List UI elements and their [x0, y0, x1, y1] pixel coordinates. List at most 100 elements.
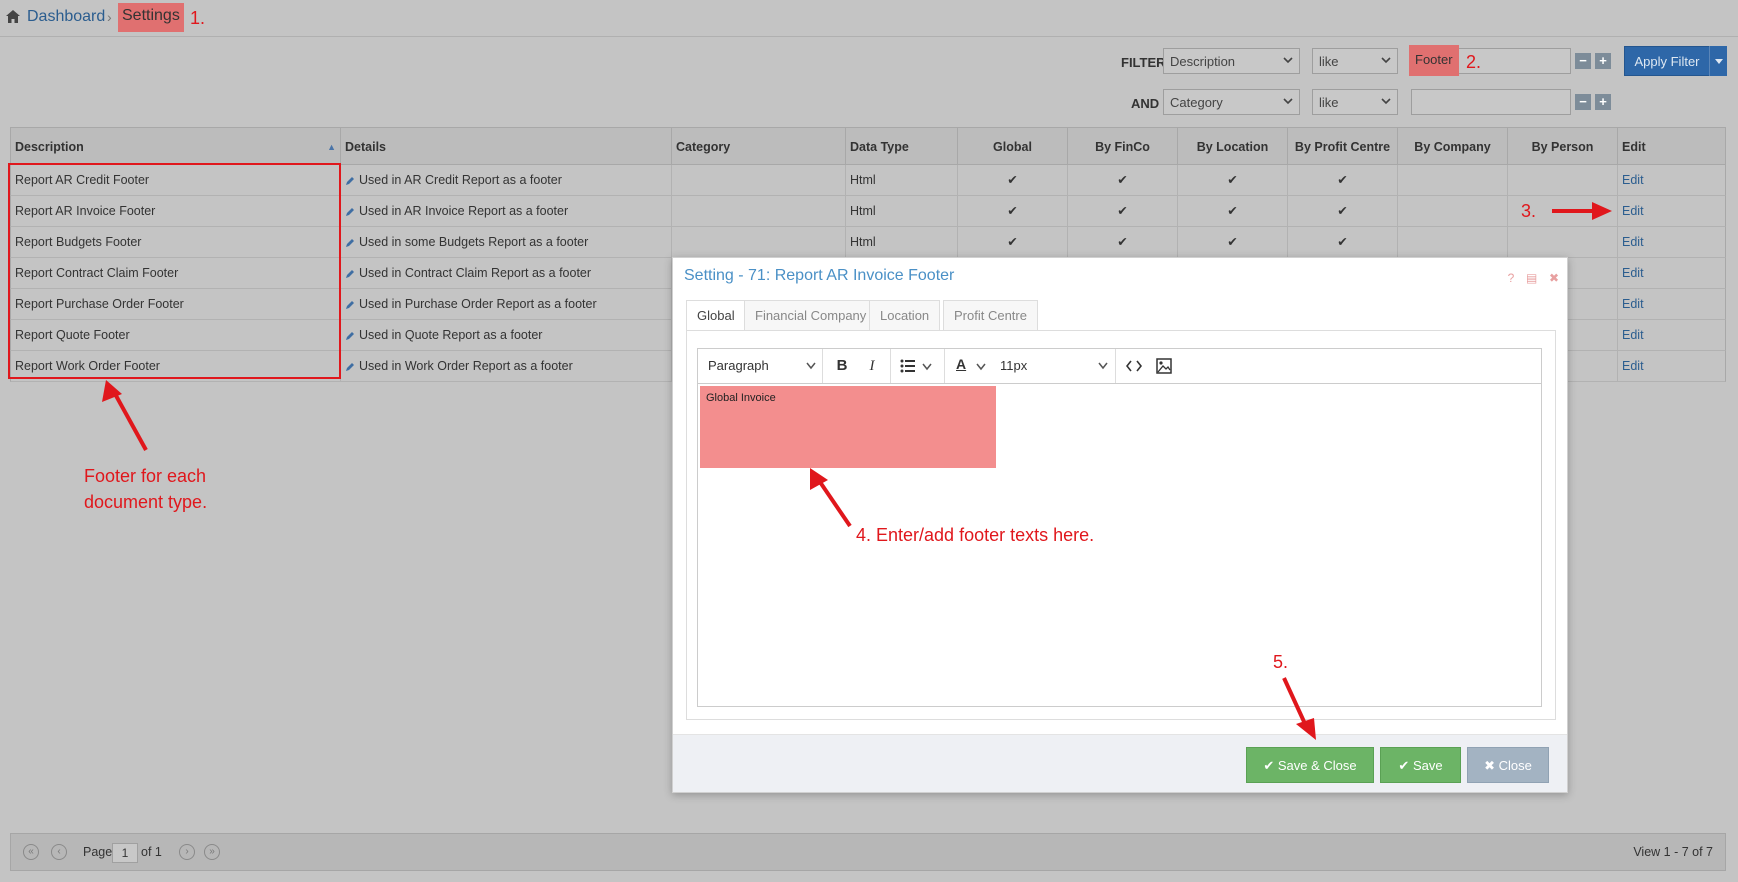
italic-icon[interactable]: I	[862, 349, 882, 383]
data-type-cell-text: Html	[850, 173, 876, 187]
col-category[interactable]: Category	[672, 128, 846, 166]
pencil-icon[interactable]	[345, 238, 355, 248]
text-color-icon[interactable]: A	[952, 349, 992, 383]
edit-cell[interactable]: Edit	[1618, 227, 1725, 257]
col-by-location[interactable]: By Location	[1178, 128, 1288, 166]
details-cell: Used in AR Invoice Report as a footer	[341, 196, 672, 226]
next-page-icon[interactable]: ›	[179, 844, 195, 860]
filter2-remove-button[interactable]: −	[1575, 94, 1591, 110]
annotation-step-2: 2.	[1466, 52, 1482, 72]
close-icon[interactable]: ✖	[1549, 271, 1559, 285]
source-code-icon[interactable]	[1124, 349, 1144, 383]
annotation-footer-note: Footer for each document type.	[84, 466, 208, 512]
col-by-finco[interactable]: By FinCo	[1068, 128, 1178, 166]
pencil-icon[interactable]	[345, 331, 355, 341]
filter-operator-select[interactable]: like	[1312, 48, 1398, 74]
apply-filter-button[interactable]: Apply Filter	[1624, 46, 1710, 76]
edit-link[interactable]: Edit	[1622, 266, 1644, 280]
pencil-icon[interactable]	[345, 176, 355, 186]
filter-remove-button[interactable]: −	[1575, 53, 1591, 69]
annotation-step-4: 4. Enter/add footer texts here.	[856, 525, 1095, 545]
col-edit: Edit	[1622, 140, 1646, 154]
edit-cell[interactable]: Edit	[1618, 165, 1725, 195]
filter2-field-select[interactable]: Category	[1163, 89, 1300, 115]
by-finco-cell: ✔	[1068, 165, 1178, 195]
help-icon[interactable]: ?	[1508, 271, 1515, 285]
col-details[interactable]: Details	[341, 128, 672, 166]
toolbar-divider	[1115, 349, 1116, 383]
col-description[interactable]: Description ▲	[11, 128, 341, 166]
filter-value-text: Footer	[1409, 45, 1459, 76]
filter2-value-input[interactable]	[1411, 89, 1571, 115]
pencil-icon[interactable]	[345, 300, 355, 310]
save-and-close-button[interactable]: ✔ Save & Close	[1246, 747, 1374, 783]
insert-image-icon[interactable]	[1154, 349, 1174, 383]
toolbar-divider	[890, 349, 891, 383]
prev-page-icon[interactable]: ‹	[51, 844, 67, 860]
pencil-icon[interactable]	[345, 362, 355, 372]
close-button[interactable]: ✖ Close	[1467, 747, 1549, 783]
grid-header: Description ▲ Details Category Data Type …	[10, 127, 1726, 166]
filter2-operator-select[interactable]: like	[1312, 89, 1398, 115]
edit-cell[interactable]: Edit	[1618, 289, 1725, 319]
col-data-type[interactable]: Data Type	[846, 128, 958, 166]
annotation-description-box	[8, 163, 341, 379]
pencil-icon[interactable]	[345, 207, 355, 217]
annotation-arrow-up-left	[102, 380, 148, 451]
tab-profit-centre[interactable]: Profit Centre	[943, 300, 1038, 331]
by-profit-centre-cell-text: ✔	[1337, 173, 1348, 187]
filter2-add-button[interactable]: +	[1595, 94, 1611, 110]
home-icon[interactable]	[5, 9, 21, 24]
details-cell-text: Used in Work Order Report as a footer	[359, 359, 573, 373]
details-cell: Used in Contract Claim Report as a foote…	[341, 258, 672, 288]
annotation-step-1: 1.	[190, 8, 206, 28]
font-size-select[interactable]: 11px	[1000, 349, 1108, 383]
pencil-icon[interactable]	[345, 269, 355, 279]
filter-value-input[interactable]: Footer	[1409, 45, 1571, 76]
by-location-cell: ✔	[1178, 196, 1288, 226]
edit-link[interactable]: Edit	[1622, 297, 1644, 311]
details-cell-text: Used in AR Credit Report as a footer	[359, 173, 562, 187]
edit-cell[interactable]: Edit	[1618, 351, 1725, 381]
global-cell-text: ✔	[1007, 235, 1018, 249]
col-by-profit-centre[interactable]: By Profit Centre	[1288, 128, 1398, 166]
save-button[interactable]: ✔ Save	[1380, 747, 1461, 783]
by-company-cell	[1398, 165, 1508, 195]
filter-field-select[interactable]: Description	[1163, 48, 1300, 74]
edit-cell[interactable]: Edit	[1618, 196, 1725, 226]
edit-link[interactable]: Edit	[1622, 173, 1644, 187]
edit-cell[interactable]: Edit	[1618, 258, 1725, 288]
col-by-person[interactable]: By Person	[1508, 128, 1618, 166]
bullet-list-icon[interactable]	[898, 349, 938, 383]
edit-link[interactable]: Edit	[1622, 359, 1644, 373]
chevron-down-icon	[1381, 98, 1391, 105]
tab-location[interactable]: Location	[869, 300, 941, 331]
details-cell: Used in AR Credit Report as a footer	[341, 165, 672, 195]
col-global[interactable]: Global	[958, 128, 1068, 166]
first-page-icon[interactable]: «	[23, 844, 39, 860]
edit-link[interactable]: Edit	[1622, 328, 1644, 342]
last-page-icon[interactable]: »	[204, 844, 220, 860]
breadcrumb-dashboard-link[interactable]: Dashboard	[27, 8, 105, 26]
col-by-company[interactable]: By Company	[1398, 128, 1508, 166]
edit-link[interactable]: Edit	[1622, 204, 1644, 218]
chevron-down-icon	[922, 363, 932, 371]
details-cell-text: Used in Contract Claim Report as a foote…	[359, 266, 592, 280]
page-input[interactable]: 1	[112, 843, 138, 863]
global-cell: ✔	[958, 165, 1068, 195]
minimize-icon[interactable]: ▤	[1526, 271, 1537, 285]
by-profit-centre-cell: ✔	[1288, 196, 1398, 226]
filter-add-button[interactable]: +	[1595, 53, 1611, 69]
tab-global[interactable]: Global	[686, 300, 746, 331]
bold-icon[interactable]: B	[832, 349, 852, 383]
apply-filter-dropdown-button[interactable]	[1709, 46, 1727, 76]
editor-content[interactable]: Global Invoice	[700, 386, 996, 468]
global-cell-text: ✔	[1007, 173, 1018, 187]
block-format-select[interactable]: Paragraph	[708, 349, 816, 383]
close-x-icon: ✖	[1484, 758, 1499, 773]
by-finco-cell-text: ✔	[1117, 173, 1128, 187]
edit-cell[interactable]: Edit	[1618, 320, 1725, 350]
category-cell	[672, 165, 846, 195]
tab-financial-company[interactable]: Financial Company	[744, 300, 878, 331]
edit-link[interactable]: Edit	[1622, 235, 1644, 249]
